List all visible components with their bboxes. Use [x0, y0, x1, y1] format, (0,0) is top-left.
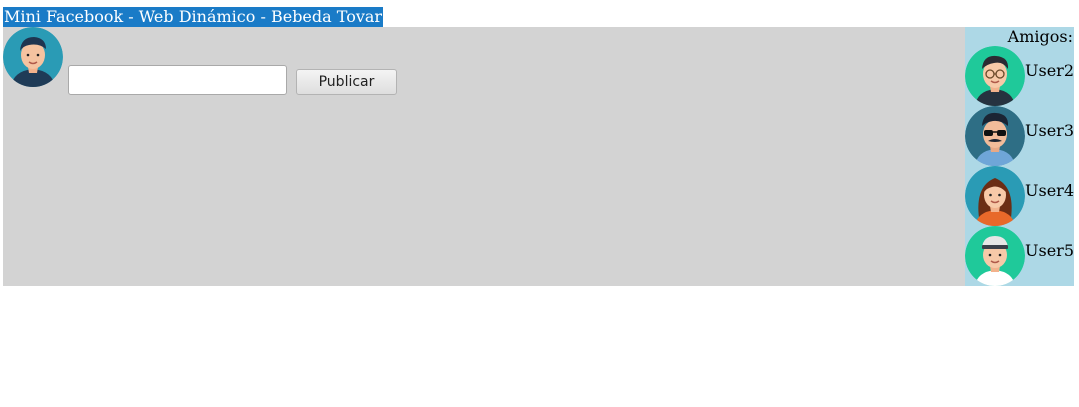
friend-item-user4[interactable]: User4 [965, 166, 1074, 226]
friends-sidebar: Amigos: User2 User3 User4 User5 [965, 27, 1074, 286]
friend-name: User2 [1025, 61, 1074, 80]
friends-heading: Amigos: [1007, 27, 1073, 46]
friend-name: User4 [1025, 181, 1074, 200]
page: Mini Facebook - Web Dinámico - Bebeda To… [0, 0, 1079, 407]
friend-item-user2[interactable]: User2 [965, 46, 1074, 106]
post-input[interactable] [68, 65, 287, 95]
user-cap-avatar-icon [965, 226, 1025, 286]
page-title: Mini Facebook - Web Dinámico - Bebeda To… [3, 7, 384, 27]
user-male-avatar-icon [3, 27, 63, 87]
friend-name: User5 [1025, 241, 1074, 260]
friend-item-user3[interactable]: User3 [965, 106, 1074, 166]
user-sunglasses-mustache-avatar-icon [965, 106, 1025, 166]
friend-item-user5[interactable]: User5 [965, 226, 1074, 286]
feed-panel: Publicar [3, 27, 965, 286]
user-female-avatar-icon [965, 166, 1025, 226]
publish-button[interactable]: Publicar [296, 69, 397, 95]
friend-name: User3 [1025, 121, 1074, 140]
user-glasses-avatar-icon [965, 46, 1025, 106]
